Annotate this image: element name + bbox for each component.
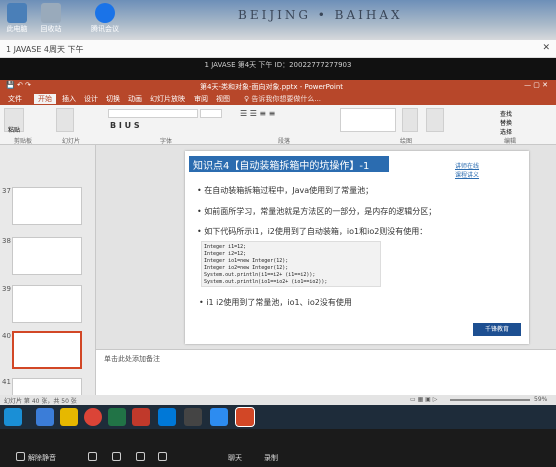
desktop-icon-computer[interactable]: 此电脑 [2,3,32,34]
mic-icon [16,452,25,461]
slide-thumbnail[interactable] [12,285,82,323]
folder-icon[interactable] [60,408,78,426]
thumb-number: 41 [2,378,11,386]
screen-share-icon[interactable] [112,452,121,461]
notes-placeholder: 单击此处添加备注 [104,355,160,363]
zoom-level: 59% [534,396,548,403]
browser-tab-title[interactable]: 1 JAVASE 4周天 下午 [6,44,84,55]
desktop-icon-meeting[interactable]: 腾讯会议 [90,3,120,34]
slide-thumbnail[interactable] [12,187,82,225]
group-paragraph-label: 段落 [278,138,291,145]
background-banner-text: BEIJING • BAIHAX [238,8,403,22]
replace-button[interactable]: 替换 [500,118,512,127]
status-bar: 幻灯片 第 40 张，共 50 张 ▭ ▦ ▣ ▷ 59% [0,395,556,405]
group-editing-label: 编辑 [504,138,517,145]
tab-home[interactable]: 开始 [34,94,56,104]
chrome-icon[interactable] [84,408,102,426]
ribbon: 粘贴 B I U S ☰ ☰ ≡ ≡ 查找 替换 选择 剪贴板 幻灯片 字体 段… [0,105,556,145]
meeting-app-icon [95,3,115,23]
close-icon[interactable]: ✕ [542,43,550,53]
tab-review[interactable]: 审阅 [194,94,208,104]
app-icon[interactable] [158,408,176,426]
thumb-number: 37 [2,187,11,195]
ie-icon[interactable] [36,408,54,426]
tab-transitions[interactable]: 切换 [106,94,120,104]
ribbon-tabs: 文件 开始 插入 设计 切换 动画 幻灯片放映 审阅 视图 ♀ 告诉我你想要做什… [0,93,556,105]
powerpoint-icon[interactable] [235,407,255,427]
slide-thumbnail[interactable] [12,378,82,395]
slide-thumbnail-pane: 37 38 39 40 41 [0,145,96,395]
settings-icon[interactable] [158,452,167,461]
font-format-buttons[interactable]: B I U S [110,121,140,130]
save-icon[interactable]: 💾 ↶ ↷ [6,81,31,89]
thumb-number: 40 [2,332,11,340]
window-controls[interactable]: — ▢ ✕ [524,81,548,89]
slide-thumbnail[interactable] [12,237,82,275]
group-clipboard-label: 剪贴板 [14,138,33,145]
slide-counter: 幻灯片 第 40 张，共 50 张 [4,398,77,405]
ppt-title-bar: 💾 ↶ ↷ 第4天-类和对象-面向对象.pptx - PowerPoint — … [0,80,556,93]
app-icon[interactable] [184,408,202,426]
new-slide-button[interactable] [56,108,74,132]
recycle-bin-icon [41,3,61,23]
browser-title-bar: 1 JAVASE 4周天 下午 ✕ [0,40,556,58]
tab-design[interactable]: 设计 [84,94,98,104]
tab-animations[interactable]: 动画 [128,94,142,104]
unmute-button[interactable]: 解除静音 [28,453,56,463]
code-block: Integer i1=12; Integer i2=12; Integer io… [201,241,381,287]
group-font-label: 字体 [160,138,173,145]
paste-label: 粘贴 [8,127,21,134]
tell-me-search[interactable]: ♀ 告诉我你想要做什么... [244,94,321,104]
quick-styles-button[interactable] [426,108,444,132]
start-icon[interactable] [4,408,22,426]
slide-bullet: • 如前面所学习，常量池就是方法区的一部分，是内存的逻辑分区； [197,207,437,216]
find-button[interactable]: 查找 [500,109,512,118]
excel-icon[interactable] [108,408,126,426]
arrange-button[interactable] [402,108,418,132]
window-title: 第4天-类和对象-面向对象.pptx - PowerPoint [200,83,344,91]
tab-view[interactable]: 视图 [216,94,230,104]
record-button[interactable]: 录制 [264,453,278,463]
slide-bullet: • 如下代码所示i1，i2使用到了自动装箱，io1和io2则没有使用： [197,227,428,236]
tab-insert[interactable]: 插入 [62,94,76,104]
desktop-icon-recycle[interactable]: 回收站 [36,3,66,34]
chat-button[interactable]: 聊天 [228,453,242,463]
thumb-number: 38 [2,237,11,245]
desktop-background: 此电脑 回收站 腾讯会议 BEIJING • BAIHAX [0,0,556,40]
tab-file[interactable]: 文件 [8,94,22,104]
slide-canvas[interactable]: 知识点4【自动装箱拆箱中的坑操作】-1 讲师在线 课程讲义 • 在自动装箱拆箱过… [185,151,529,344]
thumb-number: 39 [2,285,11,293]
app-icon[interactable] [210,408,228,426]
group-slides-label: 幻灯片 [62,138,81,145]
video-icon[interactable] [88,452,97,461]
footer-logo: 千锋教育 [473,323,521,336]
slide-title: 知识点4【自动装箱拆箱中的坑操作】-1 [193,161,370,172]
paragraph-buttons[interactable]: ☰ ☰ ≡ ≡ [240,109,275,118]
slide-link[interactable]: 讲师在线 课程讲义 [455,161,479,179]
taskbar [0,405,556,429]
app-icon[interactable] [132,408,150,426]
slide-thumbnail-selected[interactable] [12,331,82,369]
shapes-gallery[interactable] [340,108,396,132]
select-button[interactable]: 选择 [500,127,512,136]
font-size-select[interactable] [200,109,222,118]
view-buttons[interactable]: ▭ ▦ ▣ ▷ [410,396,437,403]
computer-icon [7,3,27,23]
slide-bullet: • 在自动装箱拆箱过程中，Java使用到了常量池； [197,186,374,195]
zoom-slider[interactable] [450,399,530,401]
tab-slideshow[interactable]: 幻灯片放映 [150,94,185,104]
members-icon[interactable] [136,452,145,461]
notes-pane[interactable]: 单击此处添加备注 [96,349,556,395]
font-family-select[interactable] [108,109,198,118]
meeting-control-bar: 解除静音 聊天 录制 [0,429,556,467]
group-drawing-label: 绘图 [400,138,413,145]
slide-bullet: • i1 i2使用到了常量池，io1、io2没有使用 [199,298,352,307]
meeting-header: 1 JAVASE 第4天 下午 ID：200227772779​03 [0,58,556,80]
